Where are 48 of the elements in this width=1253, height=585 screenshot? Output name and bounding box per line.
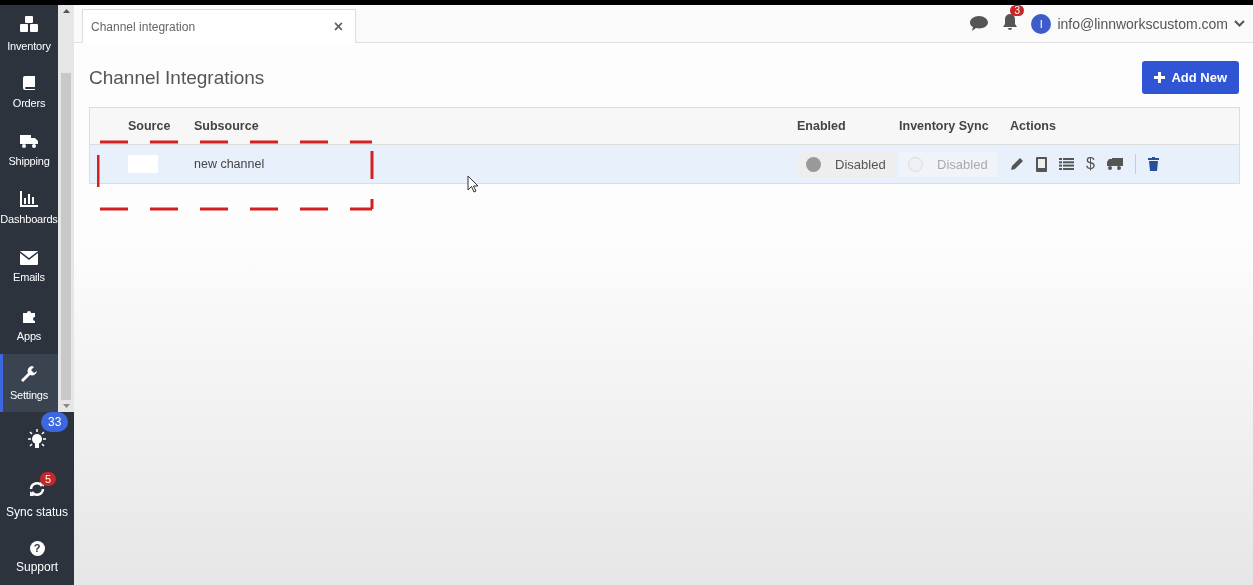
page-tab[interactable]: Channel integration × <box>82 9 356 43</box>
scrollbar[interactable] <box>58 5 74 412</box>
sidebar-item[interactable]: Shipping <box>0 121 58 180</box>
column-header: Source <box>128 119 171 133</box>
count-badge: 5 <box>40 471 57 486</box>
help-icon: ? <box>29 540 45 556</box>
sidebar-item[interactable]: Apps <box>0 295 58 354</box>
truck-icon[interactable] <box>1106 158 1123 170</box>
scroll-down-arrow-icon[interactable] <box>62 404 70 408</box>
user-email[interactable]: info@linnworkscustom.com <box>1057 15 1228 32</box>
bar-chart-icon <box>20 191 38 208</box>
sidebar-item[interactable]: Inventory <box>0 5 58 64</box>
book-icon <box>21 75 37 92</box>
table-cell: new channel <box>194 157 265 171</box>
chevron-down-icon[interactable] <box>1234 20 1245 27</box>
list-icon[interactable] <box>1059 158 1075 170</box>
price-button[interactable]: $ <box>1086 155 1095 173</box>
chat-icon[interactable] <box>969 15 990 32</box>
sync-status-button[interactable]: 5 Sync status <box>0 470 74 528</box>
tips-button[interactable]: 33 <box>0 412 74 470</box>
plus-icon <box>1154 72 1166 83</box>
truck-icon <box>19 133 39 150</box>
sidebar-item[interactable]: Dashboards <box>0 179 58 238</box>
toggle-button[interactable]: Disabled <box>797 151 895 177</box>
close-icon[interactable]: × <box>333 17 343 36</box>
user-avatar[interactable]: I <box>1031 13 1052 34</box>
pencil-icon[interactable] <box>1010 157 1025 171</box>
count-badge: 3 <box>1010 5 1024 16</box>
trash-icon[interactable] <box>1147 157 1159 171</box>
sidebar-item[interactable]: Settings <box>0 353 58 412</box>
support-button[interactable]: ? Support <box>0 528 74 585</box>
page-title: Channel Integrations <box>89 66 265 89</box>
bell-icon[interactable] <box>1001 13 1020 31</box>
wrench-icon <box>20 364 38 383</box>
count-badge: 33 <box>41 411 69 432</box>
tablet-icon[interactable] <box>1036 156 1048 172</box>
cubes-icon <box>19 16 39 35</box>
add-new-button[interactable]: Add New <box>1142 61 1239 94</box>
sync-icon <box>28 479 46 498</box>
column-header: Actions <box>1010 119 1056 133</box>
envelope-icon <box>20 250 38 265</box>
sidebar-item[interactable]: Emails <box>0 237 58 296</box>
column-header: Enabled <box>797 119 846 133</box>
scroll-up-arrow-icon[interactable] <box>62 9 70 13</box>
sidebar-item[interactable]: Orders <box>0 63 58 122</box>
mouse-pointer-icon <box>467 175 479 193</box>
column-header: Inventory Sync <box>899 119 989 133</box>
column-header: Subsource <box>194 119 259 133</box>
